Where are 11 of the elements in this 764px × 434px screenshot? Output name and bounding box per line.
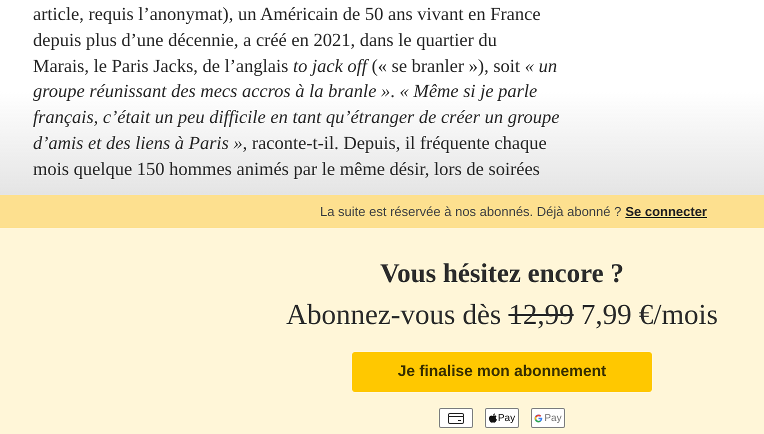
offer-title: Vous hésitez encore ?: [380, 257, 624, 290]
g-logo-icon: [534, 414, 544, 422]
apple-icon: [488, 413, 497, 423]
subscription-price: Abonnez-vous dès 12,99 7,99 €/mois: [286, 298, 718, 332]
article-paragraph: article, requis l’anonymat), un Américain de 50 ans vivant en France depuis plus d’une décennie, a créé en 2021, dans le quartier du Marais, le Paris Jacks, de l’anglais to jack off (« se branler »), soit « un groupe réunissant des mecs accros à la branle ». « Même si je parle français, c’était un peu difficile en tant qu’étranger de créer un groupe d’amis et des liens à Paris », raconte-t-il. Depuis, il fréquente chaque mois quelque 150 hommes animés par le même désir, lors de soirées: [33, 4, 560, 182]
login-link[interactable]: Se connecter: [625, 204, 707, 219]
subscribe-button[interactable]: Je finalise mon abonnement: [352, 352, 652, 392]
apple-pay-badge: Pay: [485, 408, 519, 428]
google-pay-badge: Pay: [531, 408, 565, 428]
card-icon: [448, 412, 464, 424]
paywall-notice: La suite est réservée à nos abonnés. Déjà abonné ?: [320, 204, 622, 219]
